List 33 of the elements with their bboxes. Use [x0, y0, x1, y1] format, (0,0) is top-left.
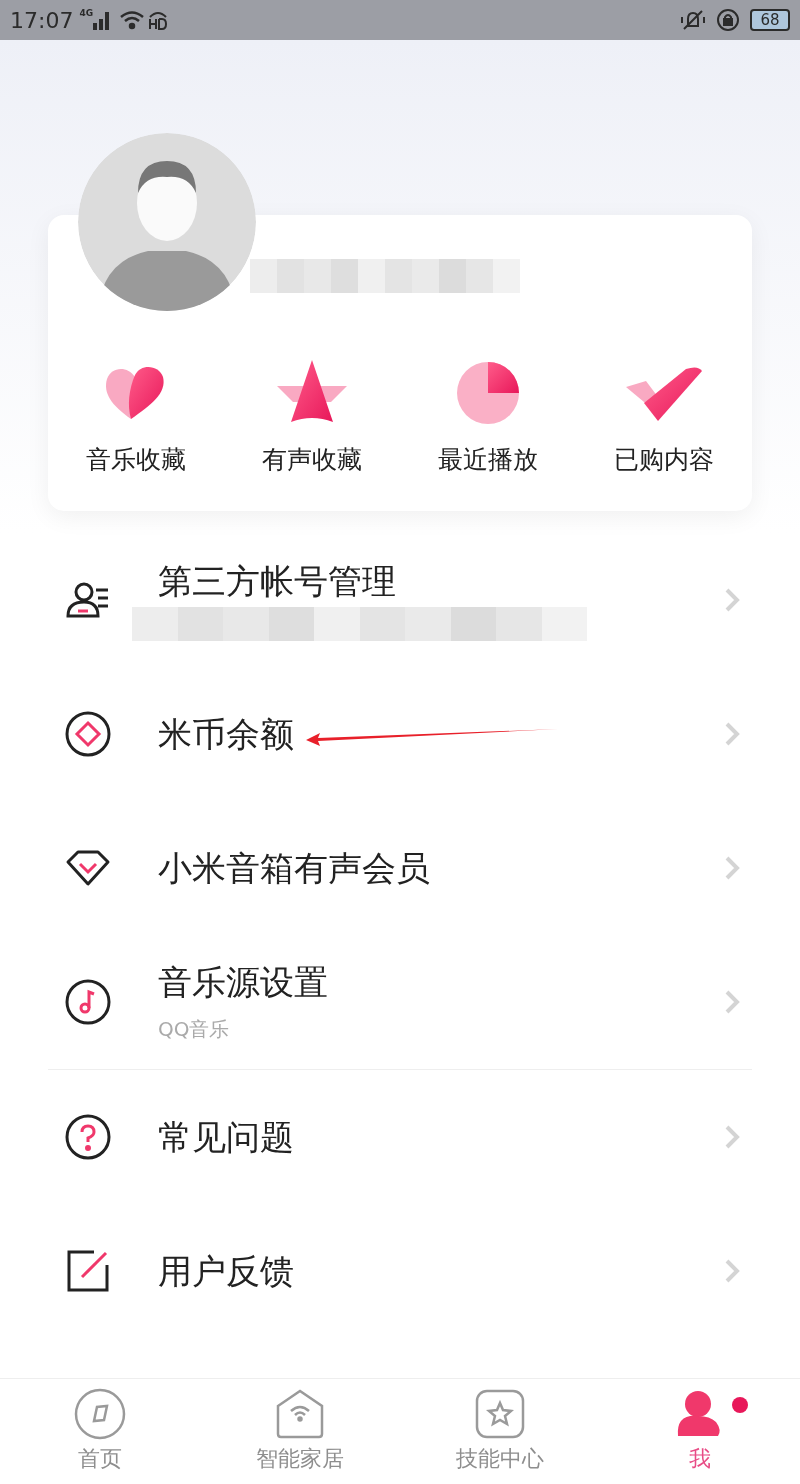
- quick-link[interactable]: 音乐收藏: [48, 353, 224, 479]
- nav-tab[interactable]: 我: [600, 1379, 800, 1484]
- rotation-lock-icon: [716, 8, 740, 32]
- chevron-right-icon: [724, 720, 740, 747]
- signal-icon: [93, 10, 112, 30]
- chevron-right-icon: [724, 988, 740, 1015]
- home-wifi-icon: [274, 1388, 326, 1440]
- network-type: 4G: [79, 7, 94, 21]
- quick-link[interactable]: 最近播放: [400, 353, 576, 479]
- menu-subtitle: QQ音乐: [158, 1015, 231, 1043]
- star-app-icon: [474, 1388, 526, 1440]
- chevron-right-icon: [724, 854, 740, 881]
- mute-icon: [680, 9, 706, 31]
- help-icon: [64, 1112, 112, 1161]
- wifi-icon: [119, 10, 146, 30]
- menu-item[interactable]: 常见问题: [48, 1069, 752, 1204]
- menu-item[interactable]: 音乐源设置 QQ音乐: [48, 934, 752, 1069]
- chevron-right-icon: [724, 1123, 740, 1150]
- compass-icon: [74, 1388, 126, 1440]
- coin-icon: [64, 709, 112, 758]
- menu-item[interactable]: 第三方帐号管理: [48, 532, 752, 667]
- hd-icon: [147, 9, 170, 31]
- quick-link[interactable]: 已购内容: [576, 353, 752, 479]
- menu-item[interactable]: 米币余额: [48, 666, 752, 801]
- pie-chart-icon: [455, 360, 521, 426]
- chevron-right-icon: [724, 586, 740, 613]
- battery-indicator: 68: [750, 9, 790, 31]
- menu-item[interactable]: 小米音箱有声会员: [48, 800, 752, 935]
- music-note-icon: [64, 977, 112, 1026]
- menu-item[interactable]: 用户反馈: [48, 1203, 752, 1338]
- quick-link[interactable]: 有声收藏: [224, 353, 400, 479]
- clock: 17:07: [10, 6, 74, 35]
- chevron-right-icon: [724, 1257, 740, 1284]
